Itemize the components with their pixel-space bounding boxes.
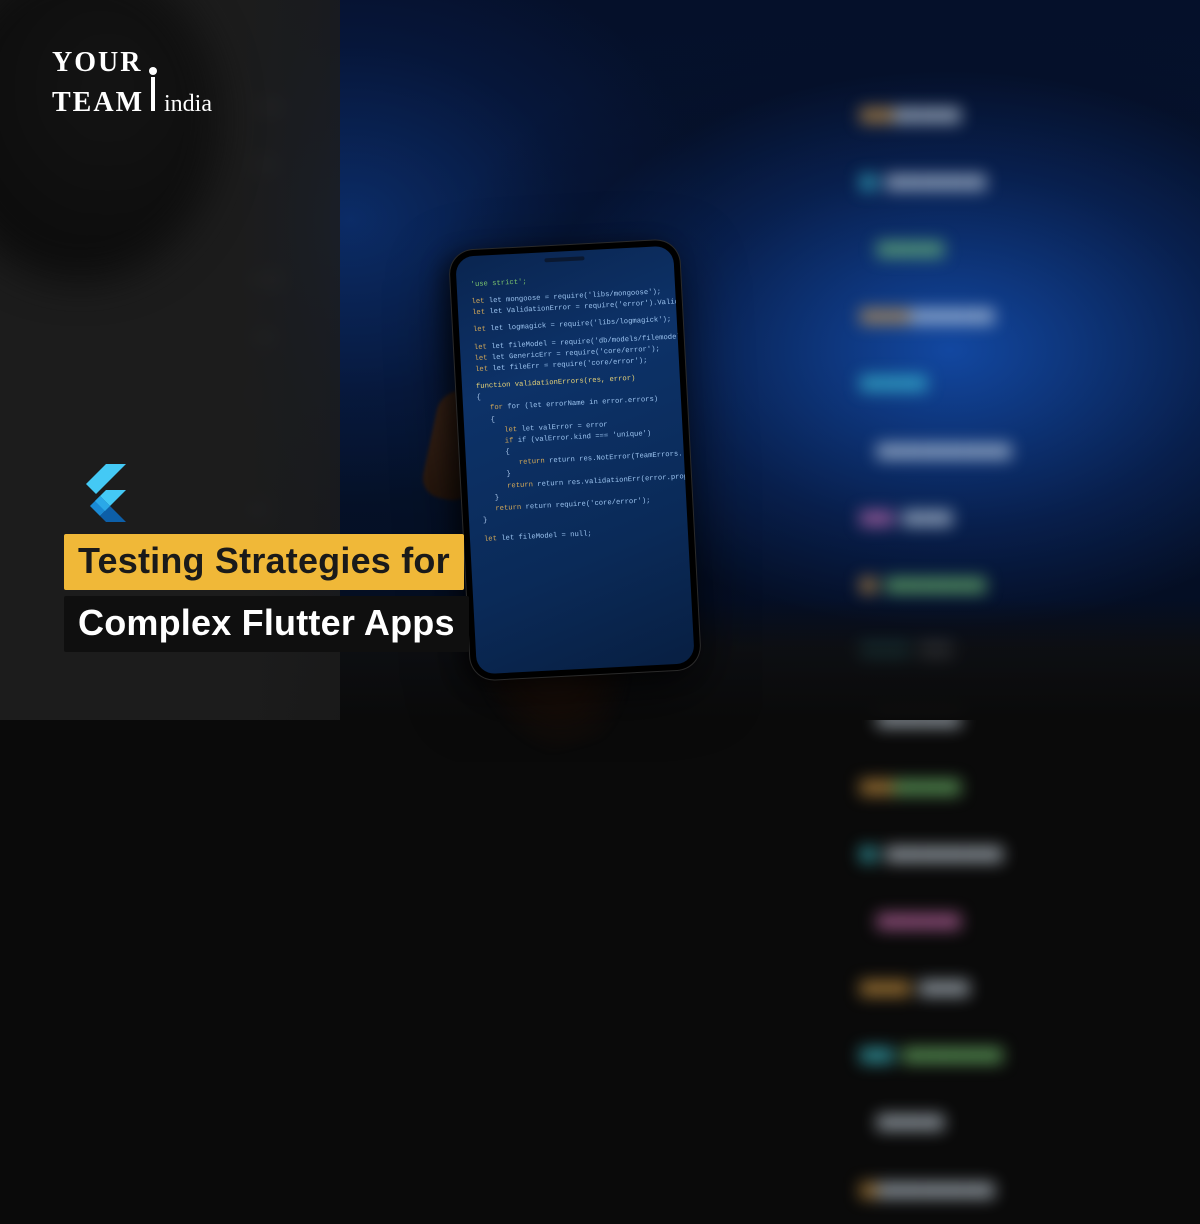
smartphone: 'use strict'; let let mongoose = require…	[449, 239, 701, 680]
title-line-2: Complex Flutter Apps	[64, 596, 469, 652]
bg-code-right-monitor: ████████████ ██ ████████████ ████████ ██…	[860, 60, 1200, 540]
logo-script-india: india	[164, 91, 212, 118]
phone-screen-code: 'use strict'; let let mongoose = require…	[455, 246, 695, 675]
title-block: Testing Strategies for Complex Flutter A…	[64, 534, 469, 658]
title-line-1: Testing Strategies for	[64, 534, 464, 590]
code-line: 'use strict';	[471, 278, 527, 289]
flutter-icon	[78, 464, 126, 522]
logo-i-glyph	[151, 77, 155, 111]
brand-logo: Your Team india	[52, 50, 212, 118]
logo-line-1: Your	[52, 50, 212, 77]
logo-line-2: Team	[52, 90, 144, 117]
